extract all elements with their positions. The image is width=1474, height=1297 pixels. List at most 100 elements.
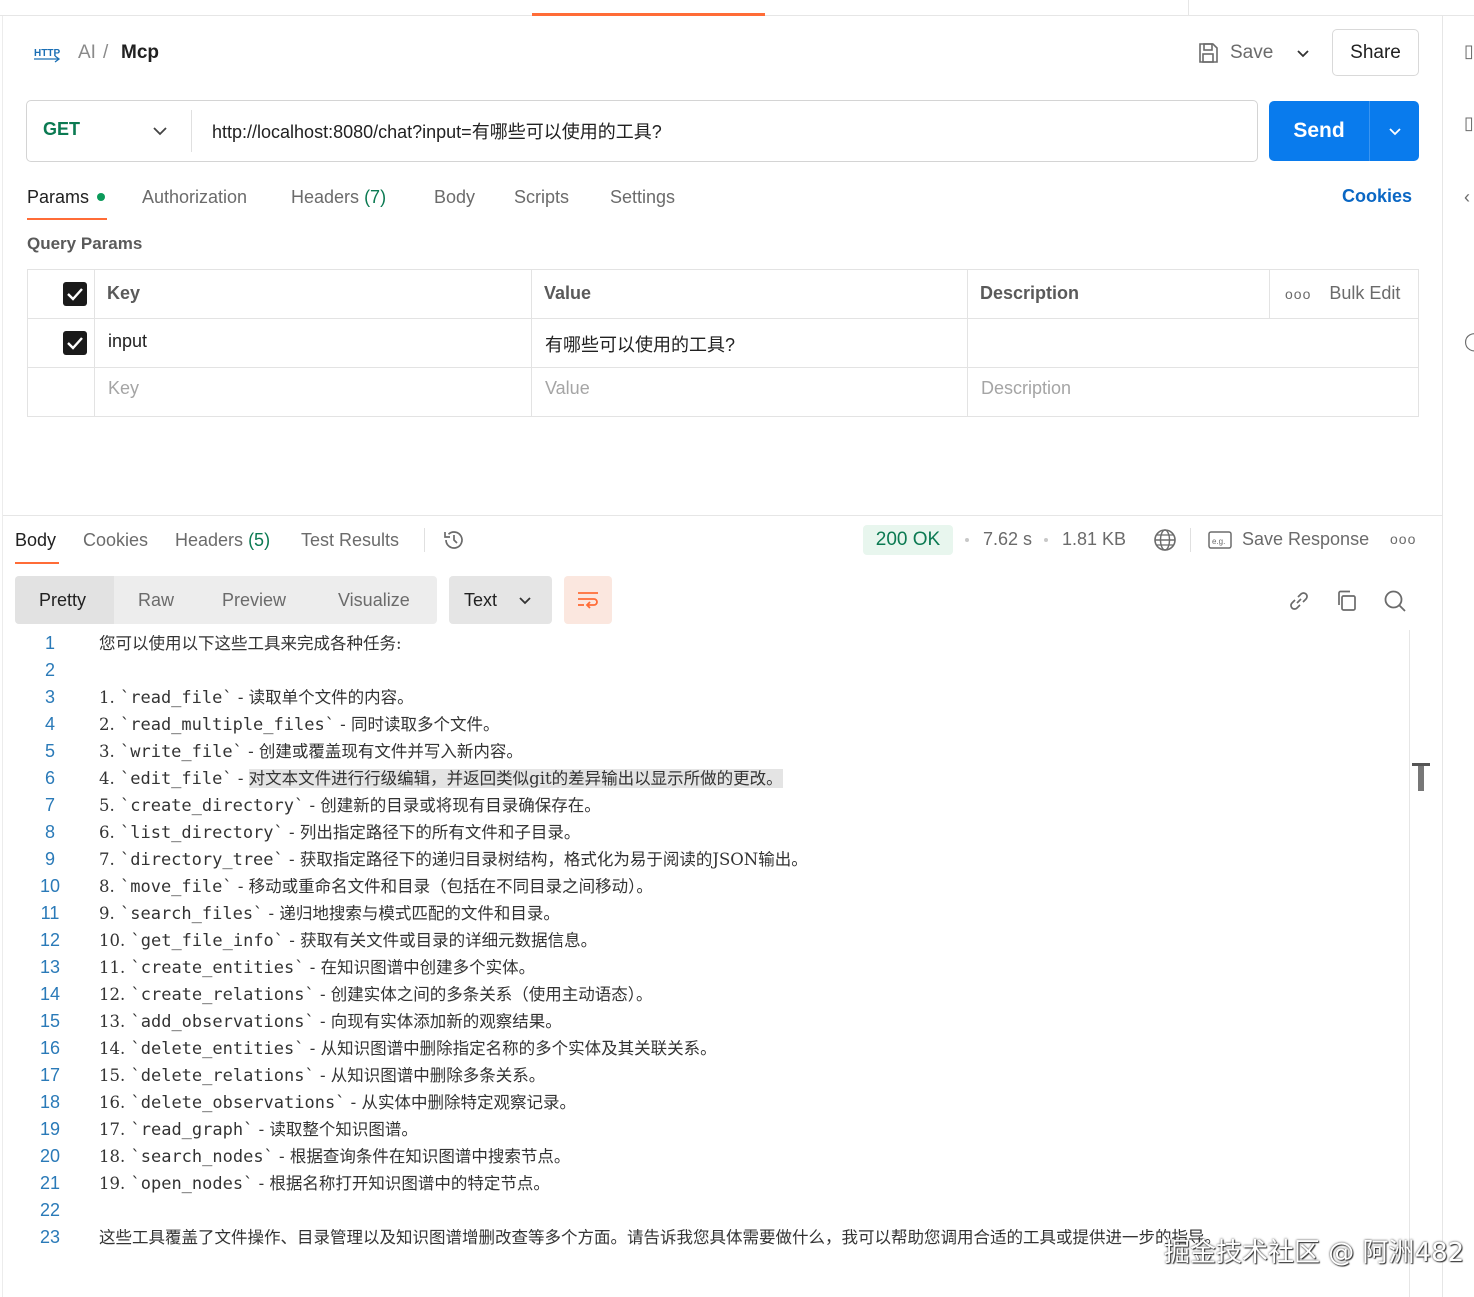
url-input[interactable]: http://localhost:8080/chat?input=有哪些可以使用…: [212, 118, 662, 144]
rail-comment-icon[interactable]: ▯: [1464, 112, 1474, 134]
send-button[interactable]: Send: [1269, 101, 1369, 161]
response-size[interactable]: 1.81 KB: [1062, 529, 1126, 550]
chevron-down-icon: [519, 597, 531, 605]
line-text: 9. `search_files` - 递归地搜索与模式匹配的文件和目录。: [99, 904, 560, 924]
tab-params[interactable]: Params: [27, 186, 89, 208]
tab-settings[interactable]: Settings: [610, 186, 675, 208]
checkmark-icon: [67, 288, 83, 301]
format-raw[interactable]: Raw: [138, 576, 174, 624]
code-line: 7 5. `create_directory` - 创建新的目录或将现有目录确保存…: [0, 792, 1410, 819]
code-line: 2: [0, 657, 1410, 684]
param-key-input[interactable]: input: [108, 331, 147, 352]
meta-divider: [1190, 528, 1191, 552]
search-icon[interactable]: [1382, 588, 1408, 614]
globe-icon[interactable]: [1152, 527, 1178, 553]
new-description-input[interactable]: Description: [981, 378, 1071, 399]
send-options-button[interactable]: [1370, 101, 1419, 161]
new-key-input[interactable]: Key: [108, 378, 139, 399]
status-badge[interactable]: 200 OK: [863, 525, 953, 555]
line-text: 19. `open_nodes` - 根据名称打开知识图谱中的特定节点。: [99, 1174, 550, 1194]
meta-separator: [1044, 538, 1048, 542]
response-body-editor[interactable]: 1 您可以使用以下这些工具来完成各种任务: 2 3 1. `read_file` - 读…: [0, 630, 1410, 1251]
tab-body[interactable]: Body: [434, 186, 475, 208]
param-value-input[interactable]: 有哪些可以使用的工具?: [545, 331, 735, 357]
code-line: 16 14. `delete_entities` - 从知识图谱中删除指定名称的多…: [0, 1035, 1410, 1062]
format-preview[interactable]: Preview: [222, 576, 286, 624]
active-tab-indicator: [532, 13, 765, 16]
wrap-lines-button[interactable]: [564, 576, 612, 624]
code-line: 3 1. `read_file` - 读取单个文件的内容。: [0, 684, 1410, 711]
line-text: 8. `move_file` - 移动或重命名文件和目录（包括在不同目录之间移动…: [99, 877, 653, 897]
rail-code-icon[interactable]: ‹: [1464, 186, 1474, 208]
code-line: 4 2. `read_multiple_files` - 同时读取多个文件。: [0, 711, 1410, 738]
pane-divider[interactable]: [3, 515, 1442, 516]
select-all-checkbox[interactable]: [63, 282, 87, 306]
response-time[interactable]: 7.62 s: [983, 529, 1032, 550]
response-headers-count: (5): [248, 530, 271, 550]
response-tab-test-results[interactable]: Test Results: [301, 529, 399, 551]
line-number: 18: [39, 1092, 61, 1112]
chevron-down-icon: [1297, 50, 1309, 58]
column-header-key: Key: [107, 283, 141, 303]
code-line: 18 16. `delete_observations` - 从实体中删除特定观察…: [0, 1089, 1410, 1116]
line-text: 2. `read_multiple_files` - 同时读取多个文件。: [99, 715, 500, 735]
tab-authorization[interactable]: Authorization: [142, 186, 247, 208]
share-button[interactable]: Share: [1332, 29, 1419, 76]
tab-scripts[interactable]: Scripts: [514, 186, 569, 208]
save-icon: [1199, 43, 1218, 63]
line-text: 17. `read_graph` - 读取整个知识图谱。: [99, 1120, 418, 1140]
more-icon[interactable]: ooo: [1390, 531, 1416, 547]
code-line: 12 10. `get_file_info` - 获取有关文件或目录的详细元数据信…: [0, 927, 1410, 954]
chevron-down-icon[interactable]: [150, 121, 170, 141]
query-params-title: Query Params: [27, 234, 143, 253]
code-line: 20 18. `search_nodes` - 根据查询条件在知识图谱中搜索节点。: [0, 1143, 1410, 1170]
new-value-input[interactable]: Value: [545, 378, 590, 399]
rail-info-icon[interactable]: ◯: [1464, 330, 1474, 352]
line-text: 3. `write_file` - 创建或覆盖现有文件并写入新内容。: [99, 742, 523, 762]
code-line: 9 7. `directory_tree` - 获取指定路径下的递归目录树结构，格…: [0, 846, 1410, 873]
breadcrumb-collection[interactable]: AI: [78, 41, 96, 65]
code-line: 8 6. `list_directory` - 列出指定路径下的所有文件和子目录。: [0, 819, 1410, 846]
svg-text:e.g.: e.g.: [1212, 537, 1225, 546]
line-text: 10. `get_file_info` - 获取有关文件或目录的详细元数据信息。: [99, 931, 598, 951]
url-divider: [191, 110, 192, 152]
code-line: 17 15. `delete_relations` - 从知识图谱中删除多条关系。: [0, 1062, 1410, 1089]
save-response-button[interactable]: e.g. Save Response: [1208, 529, 1369, 550]
format-visualize[interactable]: Visualize: [338, 576, 410, 624]
tab-headers-label: Headers: [291, 187, 360, 207]
method-select[interactable]: GET: [43, 119, 80, 140]
line-number: 3: [44, 687, 55, 707]
tab-headers[interactable]: Headers (7): [291, 186, 386, 208]
line-number: 13: [39, 957, 61, 977]
request-title[interactable]: Mcp: [121, 41, 159, 65]
format-pretty[interactable]: Pretty: [39, 576, 86, 624]
wrap-icon: [578, 592, 598, 609]
cookies-link[interactable]: Cookies: [1342, 186, 1412, 207]
save-options-button[interactable]: [1288, 34, 1318, 72]
save-response-icon: e.g.: [1208, 530, 1232, 549]
link-icon[interactable]: [1286, 588, 1312, 614]
history-icon[interactable]: [441, 527, 467, 553]
table-col-divider: [1269, 269, 1270, 318]
line-text: 1. `read_file` - 读取单个文件的内容。: [99, 688, 414, 708]
line-number: 7: [44, 795, 55, 815]
watermark: 掘金技术社区 @ 阿洲482: [1164, 1238, 1465, 1268]
body-type-label: Text: [464, 589, 498, 610]
line-number: 19: [39, 1119, 61, 1139]
code-line: 21 19. `open_nodes` - 根据名称打开知识图谱中的特定节点。: [0, 1170, 1410, 1197]
code-line: 22: [0, 1197, 1410, 1224]
rail-doc-icon[interactable]: ▯: [1464, 40, 1474, 62]
bulk-edit-button[interactable]: ooo Bulk Edit: [1285, 283, 1400, 304]
body-type-select[interactable]: Text: [449, 576, 552, 624]
editor-scrollbar-track[interactable]: [1409, 630, 1410, 1297]
param-enabled-checkbox[interactable]: [63, 331, 87, 355]
save-button[interactable]: Save: [1196, 34, 1273, 72]
response-tab-headers[interactable]: Headers (5): [175, 529, 270, 551]
table-col-divider: [967, 269, 968, 417]
response-tab-body[interactable]: Body: [15, 529, 56, 551]
copy-icon[interactable]: [1334, 588, 1360, 614]
response-tab-cookies[interactable]: Cookies: [83, 529, 148, 551]
response-headers-label: Headers: [175, 530, 244, 550]
line-text: 13. `add_observations` - 向现有实体添加新的观察结果。: [99, 1012, 562, 1032]
line-number: 15: [39, 1011, 61, 1031]
